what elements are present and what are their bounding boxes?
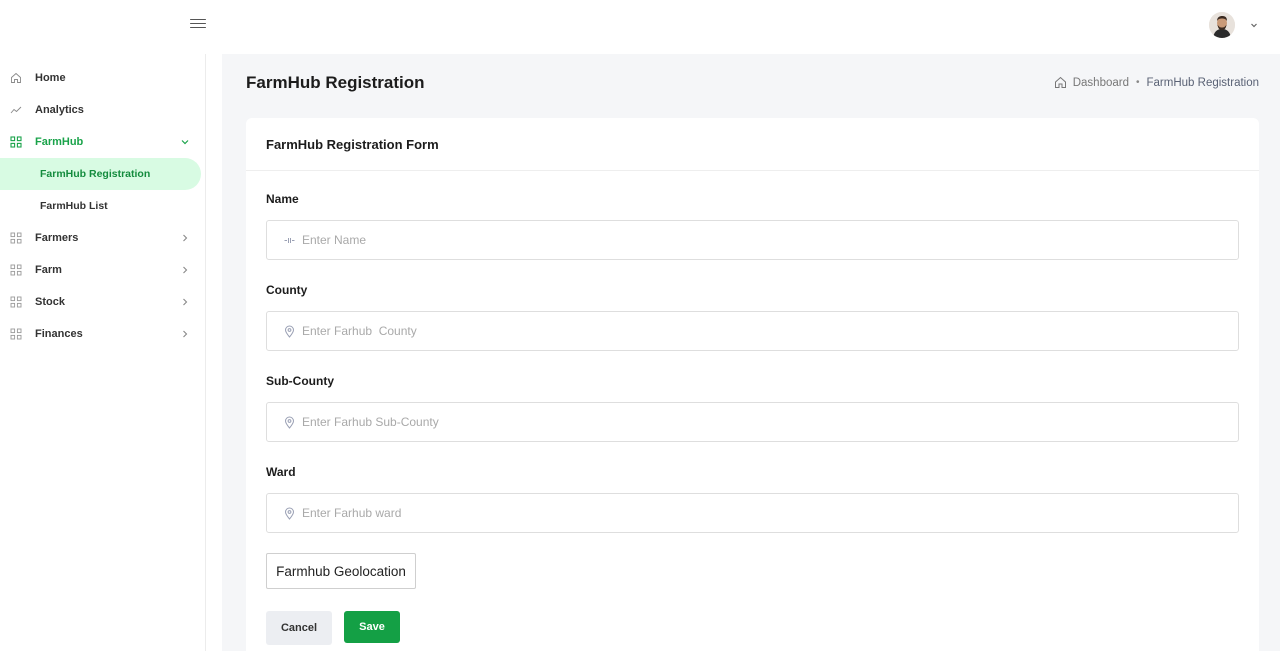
location-pin-icon	[284, 325, 295, 338]
grid-icon	[10, 264, 22, 276]
sidebar-subitem-farmhub-list[interactable]: FarmHub List	[0, 190, 201, 222]
chevron-down-icon	[181, 140, 189, 145]
name-input[interactable]	[302, 221, 1222, 259]
county-field[interactable]	[266, 311, 1239, 351]
sub-county-field[interactable]	[266, 402, 1239, 442]
chevron-right-icon	[183, 266, 188, 274]
sidebar-subitem-label: FarmHub List	[40, 200, 108, 212]
sidebar-item-label: Home	[35, 72, 66, 84]
sidebar-item-label: Finances	[35, 328, 83, 340]
breadcrumb-dashboard-link[interactable]: Dashboard	[1073, 77, 1129, 89]
chevron-right-icon	[183, 298, 188, 306]
sidebar-item-label: FarmHub	[35, 136, 84, 148]
sidebar-subitem-label: FarmHub Registration	[40, 168, 151, 180]
sidebar-item-finances[interactable]: Finances	[0, 318, 200, 350]
card-header: FarmHub Registration Form	[246, 118, 1259, 171]
sidebar-item-farm[interactable]: Farm	[0, 254, 200, 286]
sidebar-item-farmers[interactable]: Farmers	[0, 222, 200, 254]
sidebar-item-label: Analytics	[35, 104, 84, 116]
home-icon	[11, 72, 21, 83]
top-bar	[0, 0, 1280, 54]
chevron-right-icon	[183, 330, 188, 338]
sidebar-item-label: Farm	[35, 264, 62, 276]
trend-line-icon	[10, 106, 22, 114]
hamburger-icon[interactable]	[190, 16, 206, 30]
sidebar: Home Analytics FarmHub FarmHub Registrat…	[0, 54, 206, 651]
cancel-button[interactable]: Cancel	[266, 611, 332, 645]
breadcrumb-current: FarmHub Registration	[1146, 76, 1259, 89]
chevron-right-icon	[183, 234, 188, 242]
sidebar-item-label: Stock	[35, 296, 65, 308]
ward-label: Ward	[266, 465, 296, 479]
sidebar-item-stock[interactable]: Stock	[0, 286, 200, 318]
grid-icon	[10, 328, 22, 340]
main-content: FarmHub Registration Dashboard • FarmHub…	[222, 54, 1280, 651]
name-input-icon	[284, 238, 295, 243]
county-label: County	[266, 283, 308, 297]
sidebar-item-home[interactable]: Home	[0, 62, 200, 94]
home-icon[interactable]	[1054, 76, 1067, 89]
location-pin-icon	[284, 416, 295, 429]
breadcrumb: Dashboard • FarmHub Registration	[1054, 76, 1259, 89]
user-avatar[interactable]	[1209, 12, 1235, 38]
registration-form-card: FarmHub Registration Form Name County Su…	[246, 118, 1259, 651]
sidebar-item-label: Farmers	[35, 232, 79, 244]
save-button[interactable]: Save	[344, 611, 400, 643]
county-input[interactable]	[302, 312, 1222, 350]
sidebar-subitem-farmhub-registration[interactable]: FarmHub Registration	[0, 158, 201, 190]
sidebar-item-farmhub[interactable]: FarmHub	[0, 126, 200, 158]
sub-county-label: Sub-County	[266, 374, 334, 388]
location-pin-icon	[284, 507, 295, 520]
name-label: Name	[266, 192, 299, 206]
geolocation-button[interactable]: Farmhub Geolocation	[266, 553, 416, 589]
grid-icon	[10, 232, 22, 244]
name-field[interactable]	[266, 220, 1239, 260]
ward-input[interactable]	[302, 494, 1222, 532]
chevron-down-icon[interactable]	[1249, 20, 1259, 30]
breadcrumb-separator: •	[1136, 77, 1140, 88]
form-title: FarmHub Registration Form	[266, 137, 439, 152]
page-title: FarmHub Registration	[246, 73, 425, 92]
sidebar-item-analytics[interactable]: Analytics	[0, 94, 200, 126]
grid-icon	[10, 296, 22, 308]
grid-icon	[10, 136, 22, 148]
ward-field[interactable]	[266, 493, 1239, 533]
sub-county-input[interactable]	[302, 403, 1222, 441]
